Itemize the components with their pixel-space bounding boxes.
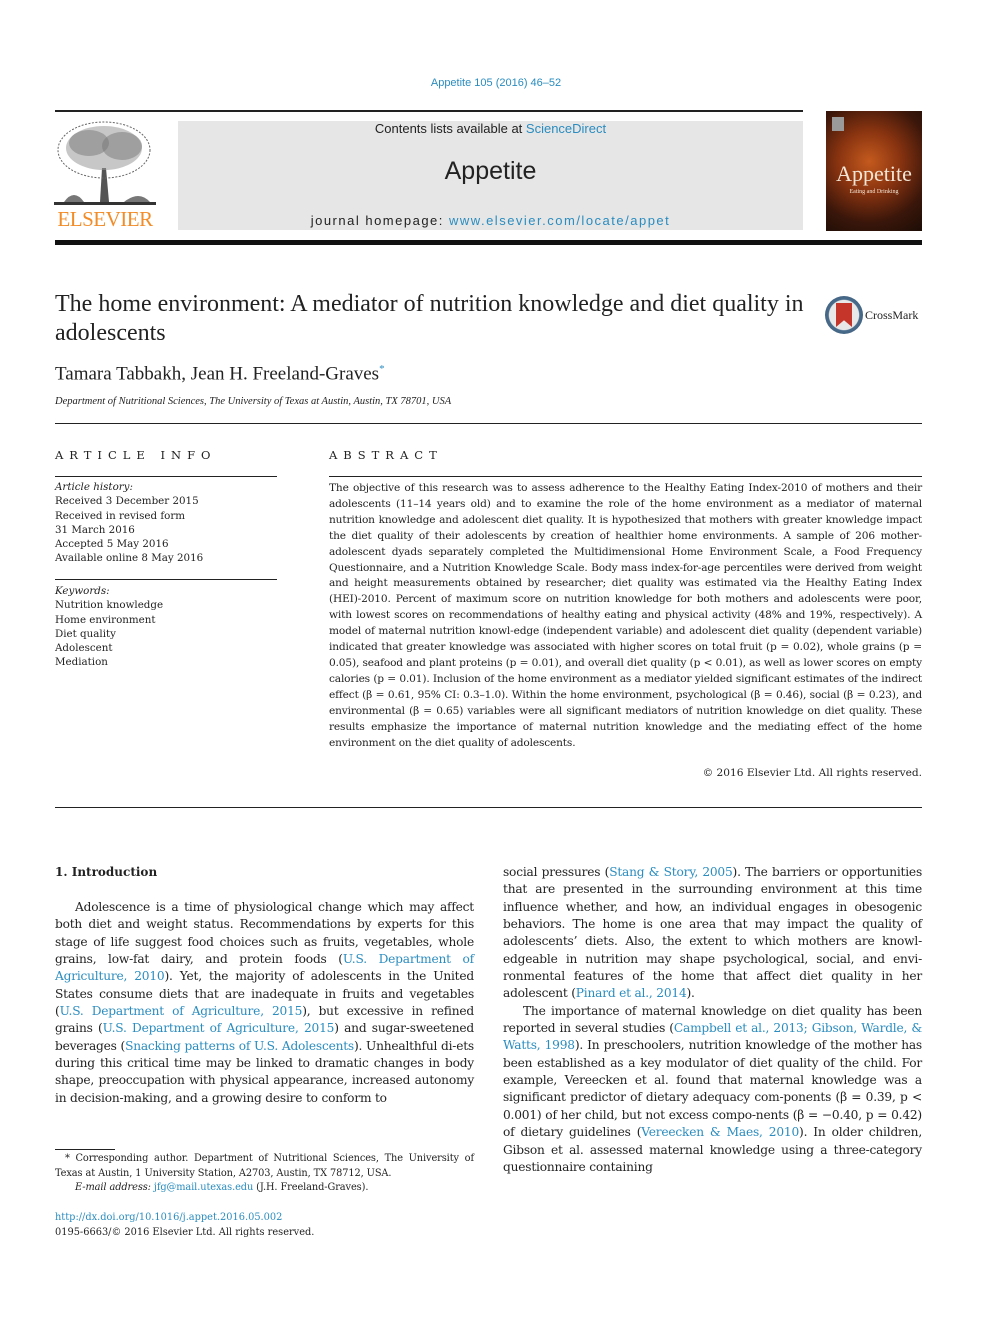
author-list: Tamara Tabbakh, Jean H. Freeland-Graves*	[55, 363, 385, 385]
keywords-label: Keywords:	[55, 585, 110, 597]
divider-rule	[55, 423, 922, 424]
sciencedirect-link[interactable]: ScienceDirect	[526, 121, 606, 136]
email-suffix: (J.H. Freeland-Graves).	[253, 1182, 369, 1193]
abstract-copyright: © 2016 Elsevier Ltd. All rights reserved…	[702, 767, 922, 779]
body-text: ). The barriers or opportunities that ar…	[503, 865, 923, 1001]
corresponding-author-note: * Corresponding author. Department of Nu…	[55, 1153, 474, 1179]
contents-prefix: Contents lists available at	[374, 121, 526, 136]
crossmark-button[interactable]: CrossMark	[825, 296, 925, 336]
divider-rule	[55, 807, 922, 808]
article-history-label: Article history:	[55, 481, 133, 493]
journal-cover-image[interactable]: Appetite Eating and Drinking	[826, 111, 922, 231]
elsevier-logo[interactable]: ELSEVIER	[54, 118, 156, 232]
article-history: Article history: Received 3 December 201…	[55, 480, 277, 566]
intro-paragraph: The importance of maternal knowledge on …	[503, 1003, 922, 1176]
issn-copyright: 0195-6663/© 2016 Elsevier Ltd. All right…	[55, 1227, 315, 1238]
elsevier-tree-icon	[54, 121, 156, 205]
contents-line: Contents lists available at ScienceDirec…	[178, 121, 803, 136]
citation-link[interactable]: Pinard et al., 2014	[576, 986, 687, 1000]
cover-subtitle: Eating and Drinking	[849, 189, 899, 195]
history-item: Received in revised form	[55, 509, 186, 522]
citation-link[interactable]: U.S. Department of Agriculture, 2015	[103, 1021, 335, 1035]
keyword-item: Home environment	[55, 613, 156, 626]
author-names: Tamara Tabbakh, Jean H. Freeland-Graves	[55, 363, 380, 385]
homepage-link[interactable]: www.elsevier.com/locate/appet	[449, 213, 670, 228]
article-info-heading: ARTICLE INFO	[55, 448, 217, 462]
intro-paragraph: social pressures (Stang & Story, 2005). …	[503, 864, 922, 1003]
keywords: Keywords: Nutrition knowledge Home envir…	[55, 584, 277, 670]
homepage-prefix: journal homepage:	[310, 213, 450, 228]
paper-title: The home environment: A mediator of nutr…	[55, 291, 804, 346]
history-item: Accepted 5 May 2016	[55, 538, 169, 551]
corresponding-author-marker[interactable]: *	[379, 363, 385, 375]
header-thick-rule	[55, 240, 922, 245]
elsevier-wordmark: ELSEVIER	[57, 207, 153, 231]
header-rule	[55, 110, 803, 112]
journal-citation-link[interactable]: Appetite 105 (2016) 46–52	[0, 77, 992, 89]
citation-link[interactable]: Snacking patterns of U.S. Adolescents	[125, 1039, 354, 1053]
keywords-rule	[55, 579, 277, 580]
cover-publisher-badge	[832, 117, 844, 131]
keyword-item: Diet quality	[55, 627, 116, 640]
journal-banner: Contents lists available at ScienceDirec…	[178, 121, 803, 230]
keyword-item: Nutrition knowledge	[55, 599, 164, 612]
citation-link[interactable]: Vereecken & Maes, 2010	[641, 1125, 799, 1139]
email-link[interactable]: jfg@mail.utexas.edu	[154, 1182, 253, 1193]
email-label: E-mail address:	[75, 1182, 154, 1193]
email-line: E-mail address: jfg@mail.utexas.edu (J.H…	[55, 1181, 474, 1196]
keyword-item: Adolescent	[55, 642, 113, 655]
history-item: Received 3 December 2015	[55, 495, 199, 508]
abstract-rule	[329, 476, 922, 477]
footnote-rule	[55, 1149, 115, 1150]
citation-link[interactable]: U.S. Department of Agriculture, 2015	[60, 1004, 303, 1018]
abstract-heading: ABSTRACT	[329, 448, 443, 462]
crossmark-label: CrossMark	[865, 308, 919, 322]
intro-paragraph: Adolescence is a time of physiological c…	[55, 899, 474, 1107]
cover-title: Appetite	[836, 161, 912, 186]
body-text: social pressures (	[503, 865, 610, 879]
journal-title: Appetite	[444, 157, 537, 185]
doi-link[interactable]: http://dx.doi.org/10.1016/j.appet.2016.0…	[55, 1212, 282, 1223]
article-info-rule	[55, 476, 277, 477]
section-heading-introduction: 1. Introduction	[55, 865, 158, 879]
citation-link[interactable]: Stang & Story, 2005	[609, 865, 733, 879]
abstract-text: The objective of this research was to as…	[329, 482, 922, 749]
keyword-item: Mediation	[55, 656, 108, 669]
intro-right-column: social pressures (Stang & Story, 2005). …	[503, 864, 922, 1176]
history-item: Available online 8 May 2016	[55, 552, 204, 565]
homepage-line: journal homepage: www.elsevier.com/locat…	[178, 213, 803, 228]
body-text: ).	[686, 986, 695, 1001]
affiliation: Department of Nutritional Sciences, The …	[55, 396, 452, 407]
footnote: * Corresponding author. Department of Nu…	[55, 1152, 474, 1196]
history-item: 31 March 2016	[55, 523, 135, 536]
